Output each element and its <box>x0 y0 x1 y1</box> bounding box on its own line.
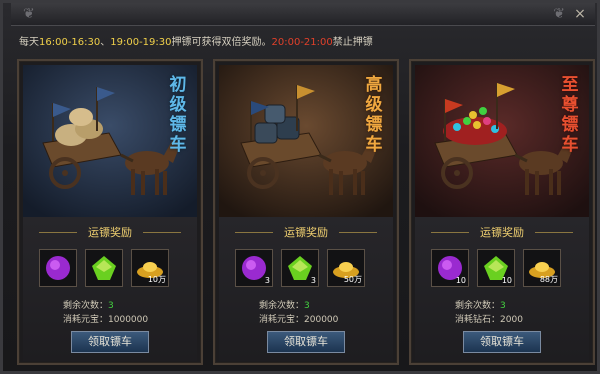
divider-right <box>143 232 181 233</box>
cost-row: 消耗元宝：200000 <box>259 313 389 327</box>
cost-row: 消耗钻石：2000 <box>455 313 585 327</box>
close-button[interactable]: × <box>571 6 589 22</box>
remain-row: 剩余次数：3 <box>259 299 389 313</box>
escort-window: ❦ ❦ × 每天16:00-16:30、19:00-19:30押镖可获得双倍奖励… <box>0 0 600 374</box>
cost-value: 1000000 <box>108 315 149 325</box>
item-count: 10万 <box>147 275 166 284</box>
cost-value: 200000 <box>304 315 339 325</box>
cart-art-basic: 初级镖车 <box>23 65 197 217</box>
item-count: 3 <box>264 276 270 285</box>
schedule-notice: 每天16:00-16:30、19:00-19:30押镖可获得双倍奖励。20:00… <box>19 35 589 51</box>
purple-orb-icon <box>46 256 70 280</box>
notice-suffix: 禁止押镖 <box>332 37 373 48</box>
reward-panel-supreme: 运镖奖励 10 10 88万 剩余次数：3 消耗钻石：2000 领取镖车 <box>415 217 589 361</box>
reward-header-label: 运镖奖励 <box>284 226 328 239</box>
notice-sep: 、 <box>100 37 111 48</box>
divider-left <box>431 232 469 233</box>
reward-header: 运镖奖励 <box>415 225 589 241</box>
cart-art-supreme: 至尊镖车 <box>415 65 589 217</box>
reward-items-supreme: 10 10 88万 <box>431 249 581 291</box>
item-count: 10 <box>455 276 466 285</box>
reward-header-label: 运镖奖励 <box>480 226 524 239</box>
notice-middle: 押镖可获得双倍奖励。 <box>171 37 272 48</box>
claim-cart-button-advanced[interactable]: 领取镖车 <box>267 331 345 353</box>
title-bar: ❦ ❦ × <box>11 3 595 26</box>
reward-item-green-gem[interactable]: 3 <box>281 249 319 287</box>
reward-items-advanced: 3 3 50万 <box>235 249 385 291</box>
reward-panel-advanced: 运镖奖励 3 3 50万 剩余次数：3 消耗元宝：200000 领取镖车 <box>219 217 393 361</box>
remain-row: 剩余次数：3 <box>63 299 193 313</box>
remain-value: 3 <box>108 301 114 311</box>
notice-prefix: 每天 <box>19 37 39 48</box>
divider-right <box>535 232 573 233</box>
reward-panel-basic: 运镖奖励 10万 剩余次数：3 消耗元宝：1000000 领取镖车 <box>23 217 197 361</box>
divider-left <box>235 232 273 233</box>
item-count: 3 <box>310 276 316 285</box>
dragon-ornament-right-icon: ❦ <box>553 6 565 22</box>
reward-item-purple-orb[interactable] <box>39 249 77 287</box>
reward-header: 运镖奖励 <box>219 225 393 241</box>
reward-header: 运镖奖励 <box>23 225 197 241</box>
item-count: 50万 <box>343 275 362 284</box>
reward-item-purple-orb[interactable]: 10 <box>431 249 469 287</box>
remain-label: 剩余次数： <box>259 301 305 311</box>
cart-cards: 初级镖车 运镖奖励 10万 剩余次数：3 消耗元宝：1000000 领取镖车 高… <box>17 59 595 365</box>
reward-item-green-gem[interactable] <box>85 249 123 287</box>
divider-left <box>39 232 77 233</box>
remain-label: 剩余次数： <box>455 301 501 311</box>
remain-value: 3 <box>500 301 506 311</box>
cart-card-basic: 初级镖车 运镖奖励 10万 剩余次数：3 消耗元宝：1000000 领取镖车 <box>17 59 203 365</box>
claim-cart-button-supreme[interactable]: 领取镖车 <box>463 331 541 353</box>
reward-item-gold-ingot[interactable]: 10万 <box>131 249 169 287</box>
cart-card-supreme: 至尊镖车 运镖奖励 10 10 88万 剩余次数：3 消耗钻石：2000 领取镖… <box>409 59 595 365</box>
remain-value: 3 <box>304 301 310 311</box>
cart-title-basic: 初级镖车 <box>169 75 187 155</box>
cart-info-basic: 剩余次数：3 消耗元宝：1000000 <box>63 299 193 327</box>
cost-label: 消耗元宝： <box>63 315 109 325</box>
cost-label: 消耗钻石： <box>455 315 501 325</box>
forbidden-time: 20:00-21:00 <box>271 37 333 48</box>
item-count: 88万 <box>539 275 558 284</box>
claim-cart-button-basic[interactable]: 领取镖车 <box>71 331 149 353</box>
remain-label: 剩余次数： <box>63 301 109 311</box>
cost-label: 消耗元宝： <box>259 315 305 325</box>
cart-info-advanced: 剩余次数：3 消耗元宝：200000 <box>259 299 389 327</box>
cart-title-supreme: 至尊镖车 <box>561 75 579 155</box>
reward-item-purple-orb[interactable]: 3 <box>235 249 273 287</box>
item-count: 10 <box>501 276 512 285</box>
cost-row: 消耗元宝：1000000 <box>63 313 193 327</box>
reward-item-green-gem[interactable]: 10 <box>477 249 515 287</box>
double-time-1: 16:00-16:30 <box>39 37 101 48</box>
reward-items-basic: 10万 <box>39 249 189 291</box>
reward-item-gold-ingot[interactable]: 88万 <box>523 249 561 287</box>
reward-item-gold-ingot[interactable]: 50万 <box>327 249 365 287</box>
divider-right <box>339 232 377 233</box>
dragon-ornament-left-icon: ❦ <box>23 6 35 22</box>
double-time-2: 19:00-19:30 <box>110 37 172 48</box>
cost-value: 2000 <box>500 315 523 325</box>
cart-title-advanced: 高级镖车 <box>365 75 383 155</box>
cart-card-advanced: 高级镖车 运镖奖励 3 3 50万 剩余次数：3 消耗元宝：200000 领取镖… <box>213 59 399 365</box>
cart-info-supreme: 剩余次数：3 消耗钻石：2000 <box>455 299 585 327</box>
green-gem-icon <box>92 256 116 280</box>
reward-header-label: 运镖奖励 <box>88 226 132 239</box>
cart-art-advanced: 高级镖车 <box>219 65 393 217</box>
remain-row: 剩余次数：3 <box>455 299 585 313</box>
